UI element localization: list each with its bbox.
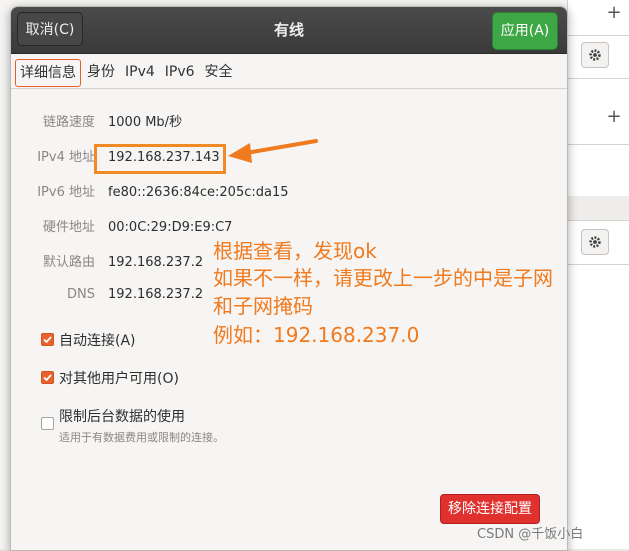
detail-label: DNS (67, 287, 95, 302)
tab-security[interactable]: 安全 (201, 59, 237, 85)
tab-divider (11, 88, 567, 89)
tab-identity[interactable]: 身份 (83, 59, 119, 85)
metered-label[interactable]: 限制后台数据的使用 (59, 406, 185, 426)
tab-details[interactable]: 详细信息 (15, 59, 81, 87)
settings-network-panel (567, 0, 629, 549)
metered-checkbox[interactable] (41, 417, 54, 430)
detail-label: 默认路由 (42, 255, 95, 270)
add-connection-icon[interactable]: + (605, 4, 623, 22)
tab-ipv4[interactable]: IPv4 (121, 59, 159, 85)
detail-label: IPv4 地址 (37, 150, 95, 165)
detail-value: 1000 Mb/秒 (108, 115, 183, 130)
dialog-headerbar: 取消(C) 有线 应用(A) (11, 7, 567, 54)
detail-label: 硬件地址 (42, 220, 95, 235)
detail-label: 链路速度 (42, 115, 95, 130)
add-vpn-icon[interactable]: + (605, 108, 623, 126)
checkmark-icon (43, 336, 52, 344)
remove-connection-button[interactable]: 移除连接配置 (440, 494, 540, 524)
divider (567, 78, 629, 79)
divider (567, 144, 629, 145)
gear-icon[interactable] (581, 42, 609, 68)
auto-connect-checkbox[interactable] (41, 333, 54, 346)
all-users-label[interactable]: 对其他用户可用(O) (59, 368, 179, 388)
tab-ipv6[interactable]: IPv6 (161, 59, 199, 85)
divider (567, 220, 629, 221)
detail-label: IPv6 地址 (37, 185, 95, 200)
auto-connect-label[interactable]: 自动连接(A) (59, 330, 136, 350)
annotation-line-3: 和子网掩码 (213, 294, 313, 318)
checkmark-icon (43, 374, 52, 382)
detail-value: 00:0C:29:D9:E9:C7 (108, 220, 233, 235)
metered-sublabel: 适用于有数据费用或限制的连接。 (59, 431, 224, 444)
tab-bar: 详细信息 身份 IPv4 IPv6 安全 (15, 59, 239, 89)
annotation-arrow-icon (228, 139, 318, 163)
annotation-line-4: 例如：192.168.237.0 (213, 323, 420, 347)
apply-button[interactable]: 应用(A) (492, 12, 558, 50)
annotation-line-1: 根据查看，发现ok (213, 239, 377, 263)
dialog-title: 有线 (273, 21, 304, 39)
watermark: CSDN @千饭小白 (477, 527, 584, 542)
annotation-highlight-box (94, 144, 226, 174)
detail-value: 192.168.237.2 (108, 287, 204, 302)
gear-icon[interactable] (581, 229, 609, 255)
detail-value: 192.168.237.2 (108, 255, 204, 270)
all-users-checkbox[interactable] (41, 371, 54, 384)
divider (567, 264, 629, 265)
annotation-line-2: 如果不一样，请更改上一步的中是子网 (213, 266, 553, 290)
divider (567, 35, 629, 36)
section-header (567, 196, 629, 220)
detail-value: fe80::2636:84ce:205c:da15 (108, 185, 289, 200)
